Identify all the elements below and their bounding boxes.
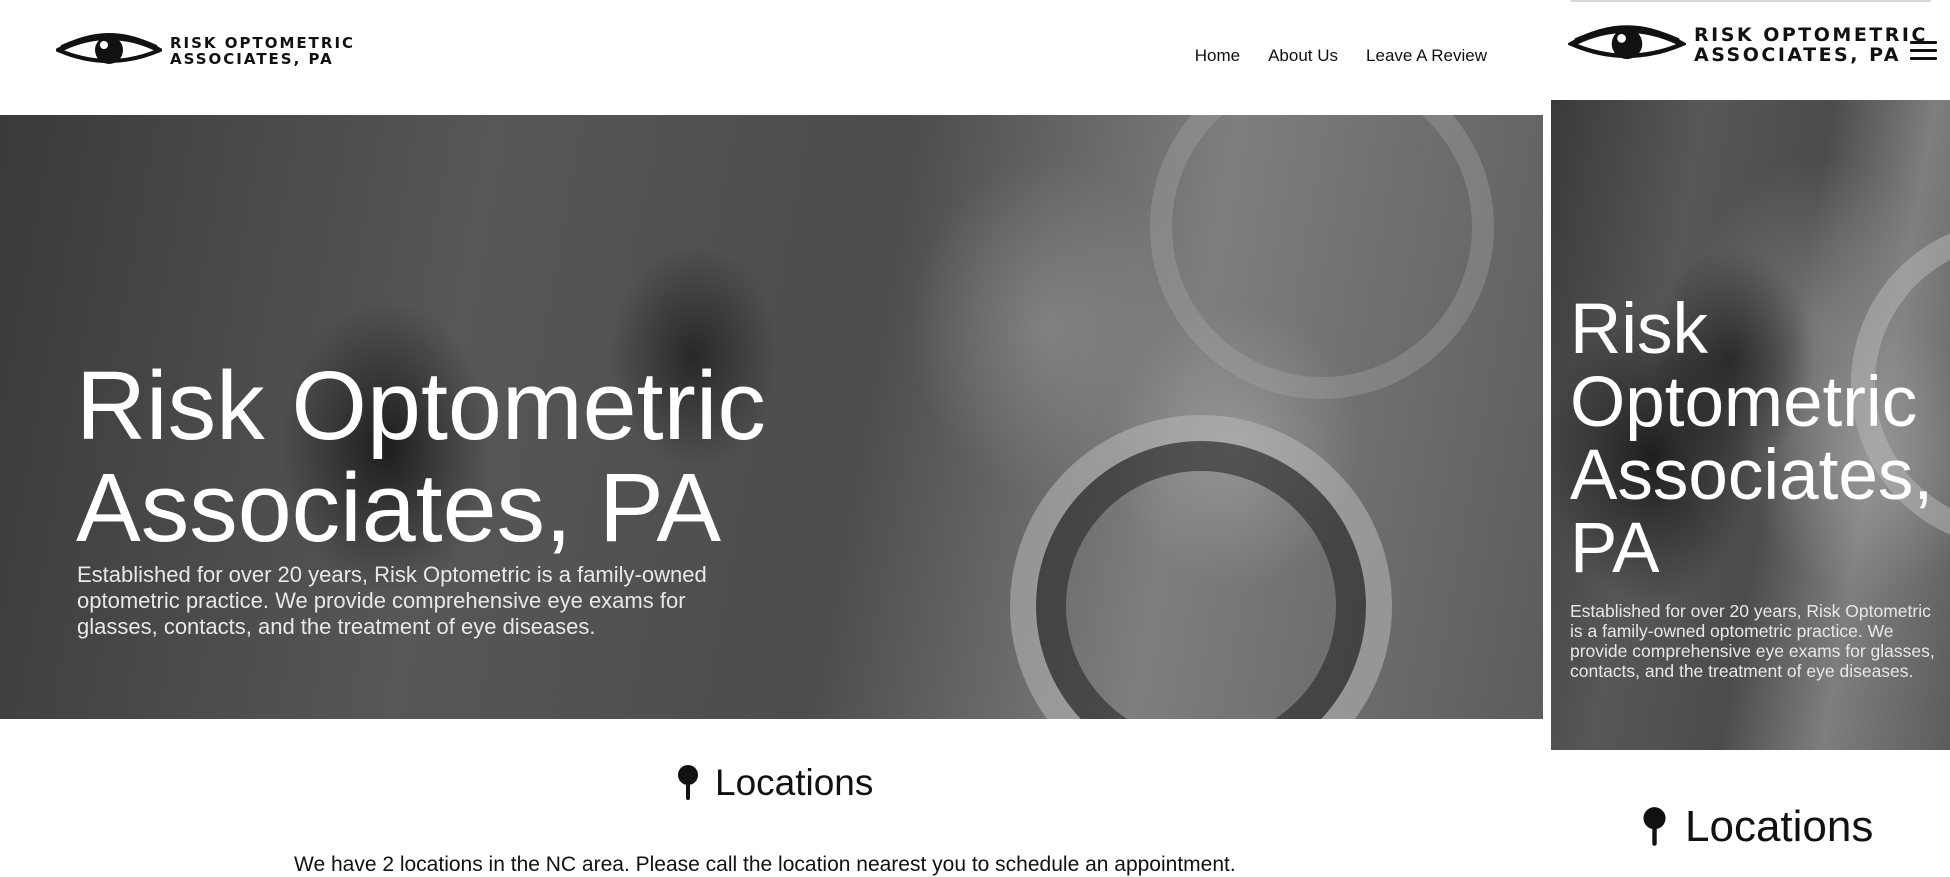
hero-title-line-2: Associates, PA (76, 453, 722, 562)
nav-leave-a-review[interactable]: Leave A Review (1366, 46, 1487, 66)
brand-logo[interactable]: RISK OPTOMETRIC ASSOCIATES, PA (56, 30, 355, 74)
mobile-hero-title-line-2: Optometric (1570, 363, 1918, 442)
locations-title: Locations (715, 762, 874, 803)
phoropter-lens-image-2 (1150, 115, 1494, 399)
phoropter-lens-image (1010, 415, 1392, 719)
divider (1571, 0, 1931, 2)
mobile-brand-line-1: RISK OPTOMETRIC (1694, 24, 1928, 47)
eye-icon (56, 33, 162, 64)
hero-banner: Risk Optometric Associates, PA Establish… (0, 115, 1543, 719)
mobile-hero-title-line-3: Associates, (1570, 436, 1934, 515)
locations-intro: We have 2 locations in the NC area. Plea… (294, 853, 1236, 876)
hero-title: Risk Optometric Associates, PA (76, 355, 796, 559)
hero-title-line-1: Risk Optometric (76, 351, 766, 460)
mobile-hero-title: Risk Optometric Associates, PA (1570, 293, 1940, 585)
locations-heading: Locations (677, 762, 873, 804)
map-pin-icon (1643, 807, 1666, 846)
mobile-locations-heading: Locations (1642, 802, 1873, 852)
eye-icon (1568, 25, 1686, 60)
brand-name: RISK OPTOMETRIC ASSOCIATES, PA (170, 35, 355, 68)
nav-about-us[interactable]: About Us (1268, 46, 1338, 66)
mobile-hero-banner: Risk Optometric Associates, PA Establish… (1551, 100, 1950, 750)
brand-line-2: ASSOCIATES, PA (170, 50, 334, 68)
mobile-brand-name: RISK OPTOMETRIC ASSOCIATES, PA (1694, 24, 1928, 66)
hero-description: Established for over 20 years, Risk Opto… (77, 562, 707, 639)
mobile-hero-title-line-4: PA (1570, 509, 1660, 588)
nav-home[interactable]: Home (1195, 46, 1240, 66)
map-pin-icon (678, 765, 698, 800)
main-nav: Home About Us Leave A Review (1195, 46, 1487, 66)
mobile-locations-title: Locations (1685, 802, 1874, 851)
mobile-hero-description: Established for over 20 years, Risk Opto… (1570, 601, 1935, 681)
mobile-hero-title-line-1: Risk (1570, 290, 1709, 369)
mobile-brand-logo[interactable]: RISK OPTOMETRIC ASSOCIATES, PA (1568, 22, 1928, 70)
mobile-brand-line-2: ASSOCIATES, PA (1694, 44, 1901, 66)
hamburger-menu-icon[interactable] (1910, 41, 1937, 65)
